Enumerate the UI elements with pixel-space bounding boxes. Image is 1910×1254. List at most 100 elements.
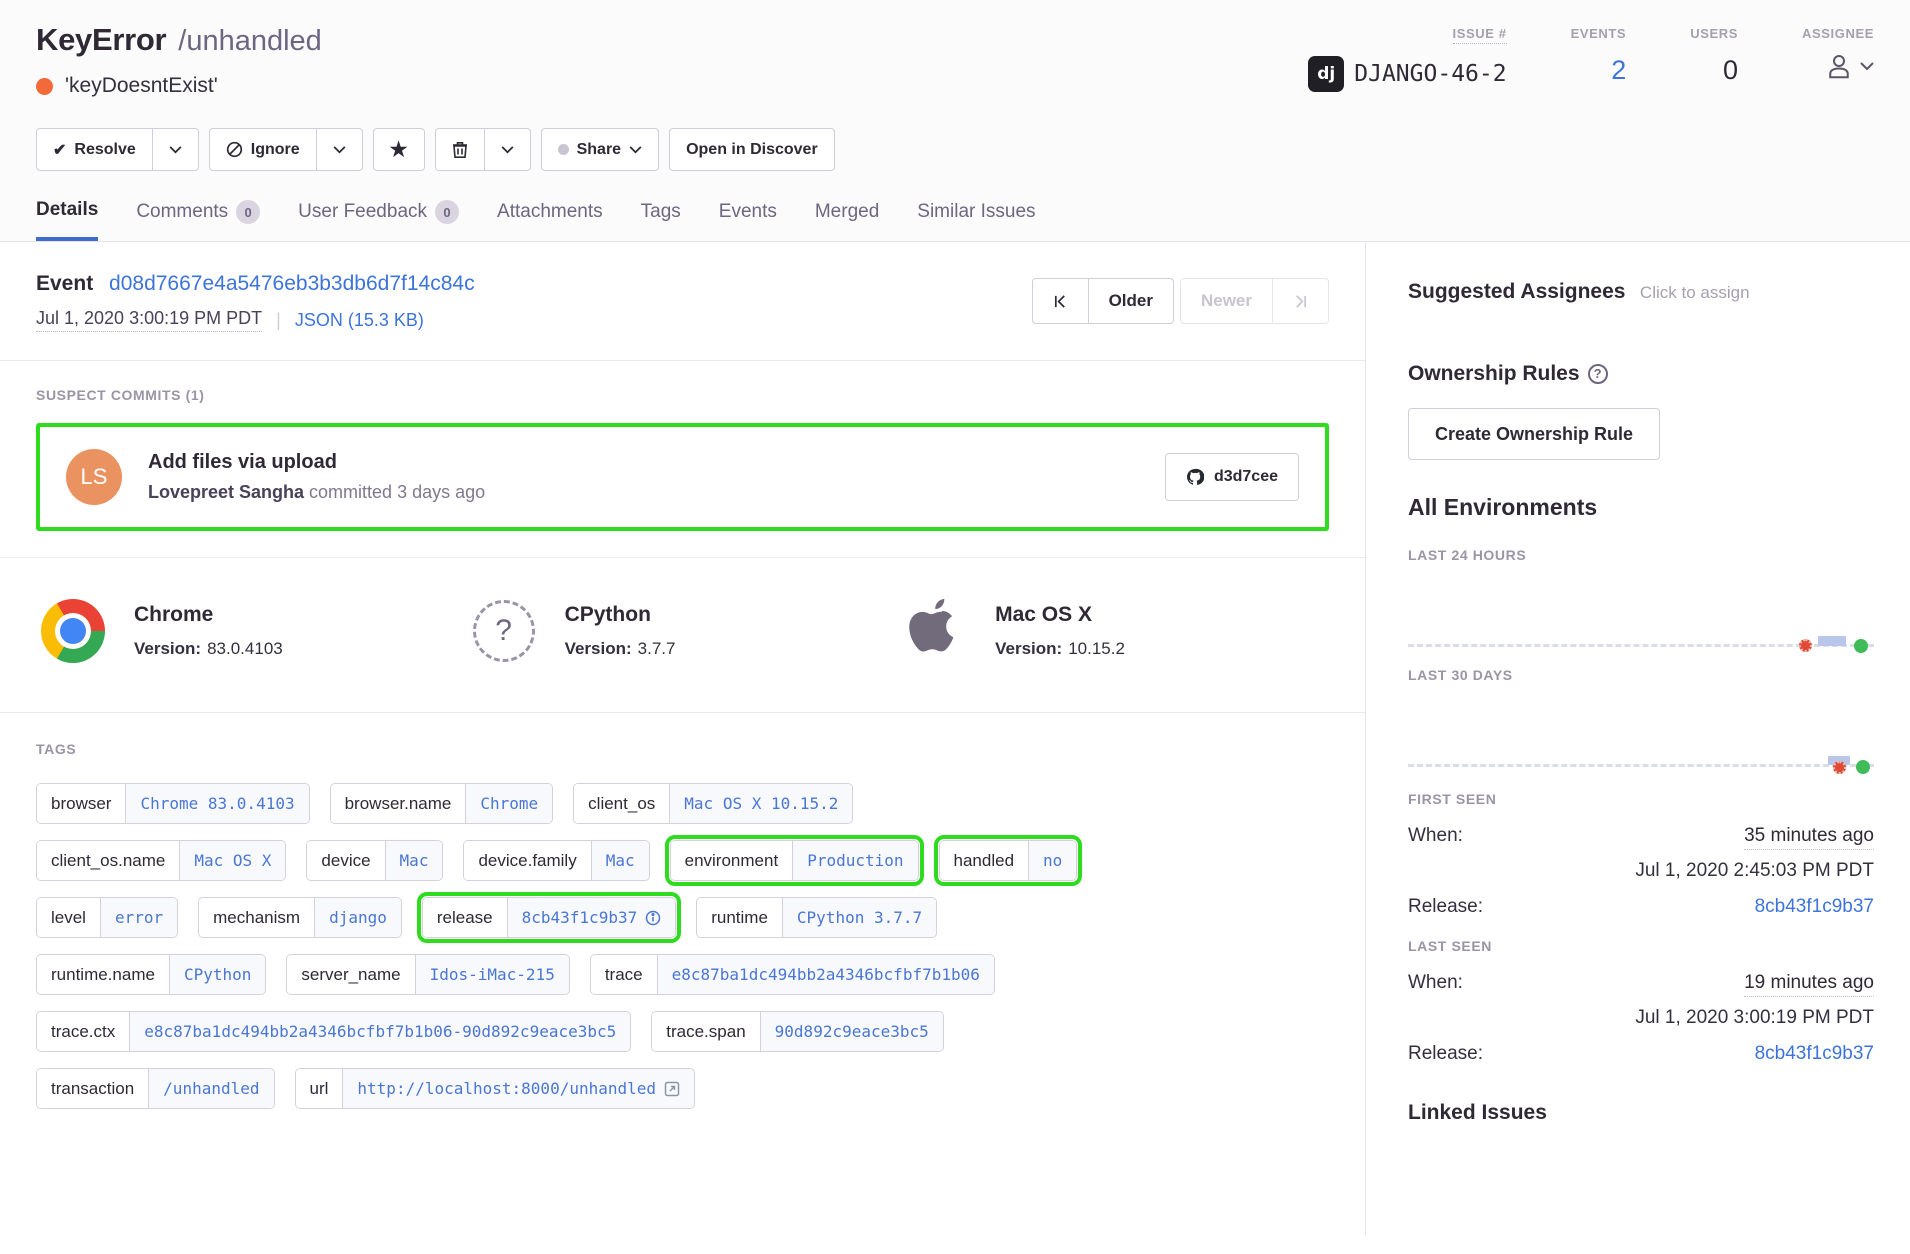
tab-comments[interactable]: Comments0 <box>136 199 260 241</box>
help-icon[interactable]: ? <box>1588 364 1608 384</box>
tag-trace-span: trace.span90d892c9eace3bc5 <box>651 1011 944 1052</box>
last-seen-release-link[interactable]: 8cb43f1c9b37 <box>1755 1043 1874 1065</box>
tag-trace: tracee8c87ba1dc494bb2a4346bcfbf7b1b06 <box>590 954 995 995</box>
open-in-discover-button[interactable]: Open in Discover <box>669 128 835 171</box>
assignee-avatar-icon <box>1824 51 1854 81</box>
tag-value-link[interactable]: error <box>100 898 177 937</box>
last-30-days-label: LAST 30 DAYS <box>1408 667 1874 683</box>
unknown-runtime-icon: ? <box>473 600 535 662</box>
bookmark-button[interactable]: ★ <box>373 128 425 171</box>
action-toolbar: ✔ Resolve Ignore ★ <box>36 128 1874 171</box>
issue-stats: ISSUE # dj DJANGO-46-2 EVENTS 2 USERS 0 … <box>1308 26 1874 92</box>
tag-value-link[interactable]: Production <box>792 841 917 880</box>
latest-release-marker-icon[interactable] <box>1856 760 1870 774</box>
tag-value-link[interactable]: http://localhost:8000/unhandled <box>342 1069 694 1108</box>
oldest-event-button[interactable] <box>1032 278 1089 324</box>
delete-button[interactable] <box>435 128 485 171</box>
star-icon: ★ <box>390 137 408 162</box>
tag-value-link[interactable]: /unhandled <box>148 1069 273 1108</box>
trash-icon <box>452 141 468 159</box>
event-contexts: Chrome Version:83.0.4103 ? CPython Versi… <box>0 558 1365 713</box>
tag-value-link[interactable]: 90d892c9eace3bc5 <box>760 1012 943 1051</box>
chevron-down-icon <box>501 146 514 154</box>
tag-value-link[interactable]: CPython <box>169 955 265 994</box>
tag-transaction: transaction/unhandled <box>36 1068 275 1109</box>
tag-value-link[interactable]: CPython 3.7.7 <box>782 898 936 937</box>
last-seen-absolute: Jul 1, 2020 3:00:19 PM PDT <box>1408 1007 1874 1029</box>
tag-url: urlhttp://localhost:8000/unhandled <box>295 1068 696 1109</box>
tag-value-link[interactable]: Mac OS X <box>179 841 285 880</box>
tab-tags[interactable]: Tags <box>641 199 681 241</box>
tab-events[interactable]: Events <box>719 199 777 241</box>
users-label: USERS <box>1690 26 1738 41</box>
last-page-icon <box>1293 294 1308 309</box>
events-count[interactable]: 2 <box>1611 55 1626 86</box>
release-label: Release: <box>1408 1043 1483 1065</box>
suspect-commits-heading: SUSPECT COMMITS (1) <box>36 387 1329 403</box>
tab-attachments[interactable]: Attachments <box>497 199 603 241</box>
assignee-label: ASSIGNEE <box>1802 26 1874 41</box>
issue-header: KeyError /unhandled 'keyDoesntExist' ISS… <box>0 0 1910 242</box>
tag-value-link[interactable]: Chrome <box>465 784 552 823</box>
event-id-link[interactable]: d08d7667e4a5476eb3b3db6d7f14c84c <box>109 272 475 295</box>
external-link-icon[interactable] <box>664 1081 680 1097</box>
tag-value-link[interactable]: Chrome 83.0.4103 <box>125 784 308 823</box>
tag-value-link[interactable]: e8c87ba1dc494bb2a4346bcfbf7b1b06-90d892c… <box>129 1012 630 1051</box>
tag-level: levelerror <box>36 897 178 938</box>
ignore-dropdown-button[interactable] <box>317 128 363 171</box>
event-bar <box>1818 636 1846 646</box>
commit-message: Add files via upload <box>148 451 1165 474</box>
assignee-dropdown[interactable] <box>1824 51 1874 81</box>
raw-json-link[interactable]: JSON (15.3 KB) <box>295 310 424 331</box>
events-sparkline-30d[interactable] <box>1408 683 1874 779</box>
tag-value-link[interactable]: Mac <box>591 841 649 880</box>
events-sparkline-24h[interactable] <box>1408 563 1874 659</box>
tag-device: deviceMac <box>306 840 443 881</box>
page-title: KeyError <box>36 22 166 58</box>
tag-value-link[interactable]: Mac OS X 10.15.2 <box>669 784 852 823</box>
ignore-button[interactable]: Ignore <box>209 128 317 171</box>
tag-value-link[interactable]: 8cb43f1c9b37 <box>507 898 676 937</box>
all-environments-heading: All Environments <box>1408 494 1874 521</box>
tab-user-feedback[interactable]: User Feedback0 <box>298 199 459 241</box>
release-marker-icon[interactable] <box>1799 639 1812 652</box>
sparkline-baseline <box>1408 764 1874 767</box>
last-page-button[interactable] <box>1273 278 1329 324</box>
create-ownership-rule-button[interactable]: Create Ownership Rule <box>1408 408 1660 460</box>
check-icon: ✔ <box>53 140 66 160</box>
older-event-button[interactable]: Older <box>1089 278 1174 324</box>
last-seen-relative: 19 minutes ago <box>1744 972 1874 997</box>
commit-sha-button[interactable]: d3d7cee <box>1165 453 1299 501</box>
tab-merged[interactable]: Merged <box>815 199 879 241</box>
tag-client-os: client_osMac OS X 10.15.2 <box>573 783 853 824</box>
tag-value-link[interactable]: Mac <box>385 841 443 880</box>
users-count[interactable]: 0 <box>1723 55 1738 86</box>
first-seen-release-link[interactable]: 8cb43f1c9b37 <box>1755 896 1874 918</box>
first-page-icon <box>1053 294 1068 309</box>
newer-event-button[interactable]: Newer <box>1180 278 1273 324</box>
issue-tabs: Details Comments0 User Feedback0 Attachm… <box>36 199 1874 241</box>
tag-trace-ctx: trace.ctxe8c87ba1dc494bb2a4346bcfbf7b1b0… <box>36 1011 631 1052</box>
resolve-dropdown-button[interactable] <box>153 128 199 171</box>
ignore-icon <box>226 141 243 158</box>
info-icon[interactable] <box>645 910 661 926</box>
chevron-down-icon <box>169 146 182 154</box>
resolve-button[interactable]: ✔ Resolve <box>36 128 153 171</box>
tag-client-os-name: client_os.nameMac OS X <box>36 840 286 881</box>
tab-details[interactable]: Details <box>36 199 98 241</box>
tag-runtime-name: runtime.nameCPython <box>36 954 266 995</box>
issue-sidebar: Suggested Assignees Click to assign Owne… <box>1366 242 1910 1235</box>
delete-dropdown-button[interactable] <box>485 128 531 171</box>
tag-release: release8cb43f1c9b37 <box>422 897 676 938</box>
tag-value-link[interactable]: django <box>314 898 401 937</box>
tag-value-link[interactable]: e8c87ba1dc494bb2a4346bcfbf7b1b06 <box>657 955 994 994</box>
tag-value-link[interactable]: Idos-iMac-215 <box>415 955 569 994</box>
tab-similar-issues[interactable]: Similar Issues <box>917 199 1035 241</box>
event-details-panel: Event d08d7667e4a5476eb3b3db6d7f14c84c J… <box>0 242 1366 1235</box>
latest-release-marker-icon[interactable] <box>1854 639 1868 653</box>
first-seen-heading: FIRST SEEN <box>1408 791 1874 807</box>
feedback-count-badge: 0 <box>435 200 459 224</box>
tag-value-link[interactable]: no <box>1028 841 1076 880</box>
release-marker-icon[interactable] <box>1833 761 1846 774</box>
share-button[interactable]: Share <box>541 128 659 171</box>
